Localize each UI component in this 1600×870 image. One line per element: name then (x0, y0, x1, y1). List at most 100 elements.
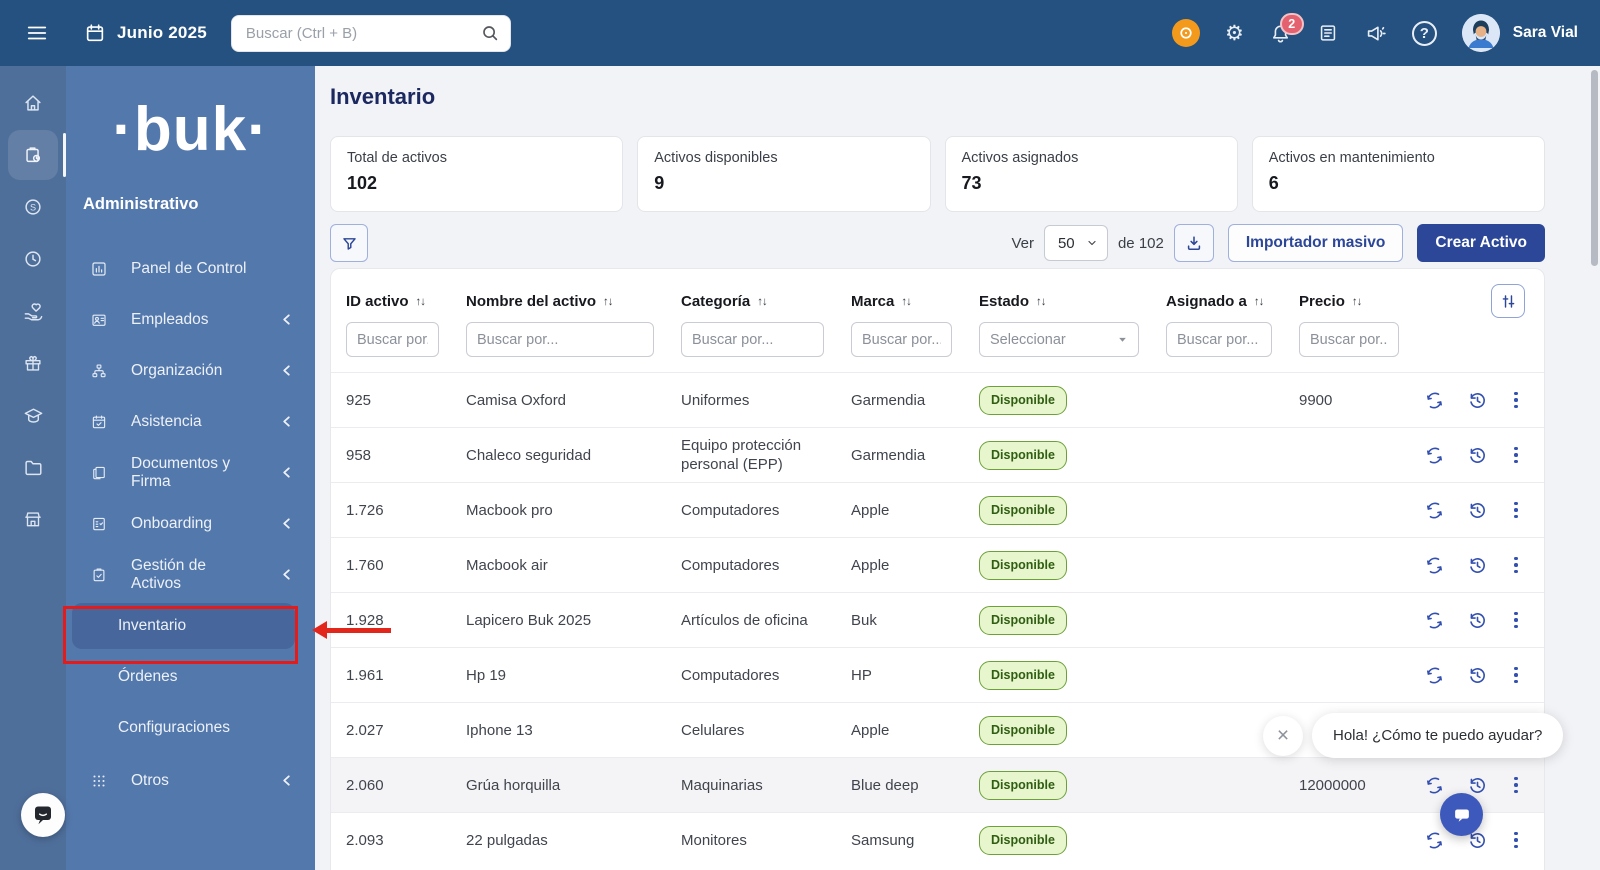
menu-toggle-icon[interactable] (26, 22, 48, 44)
download-button[interactable] (1173, 224, 1214, 262)
scrollbar-thumb[interactable] (1591, 70, 1598, 266)
user-avatar[interactable] (1461, 14, 1500, 52)
sidebar-subitem-ordenes[interactable]: Órdenes (66, 651, 315, 702)
create-asset-button[interactable]: Crear Activo (1417, 224, 1545, 262)
rail-time-icon[interactable] (8, 248, 58, 270)
row-menu-icon[interactable] (1511, 554, 1521, 577)
change-status-icon[interactable] (1425, 611, 1444, 630)
bulk-import-button[interactable]: Importador masivo (1227, 224, 1404, 262)
column-header-estado[interactable]: Estado ↑↓ (964, 293, 1151, 310)
sidebar-item-panel-de-control[interactable]: Panel de Control (66, 243, 315, 294)
rail-home-icon[interactable] (8, 92, 58, 114)
column-header-marca[interactable]: Marca ↑↓ (836, 293, 964, 310)
column-header-categoria[interactable]: Categoría ↑↓ (666, 293, 836, 310)
settings-gear-icon[interactable]: ⚙ (1225, 23, 1244, 44)
filter-id-input[interactable] (346, 322, 439, 357)
period-selector[interactable]: Junio 2025 (84, 22, 207, 44)
history-icon[interactable] (1468, 611, 1487, 630)
cell-asignado (1151, 483, 1284, 537)
rail-asset-management-icon[interactable] (8, 130, 66, 180)
change-status-icon[interactable] (1425, 776, 1444, 795)
cell-categoria: Computadores (681, 666, 780, 684)
column-header-nombre[interactable]: Nombre del activo ↑↓ (451, 293, 666, 310)
assistant-icon[interactable] (1171, 19, 1200, 47)
change-status-icon[interactable] (1425, 446, 1444, 465)
chat-launcher-button[interactable] (1440, 793, 1483, 836)
sidebar-item-otros[interactable]: Otros (66, 755, 315, 806)
sidebar-item-asistencia[interactable]: Asistencia (66, 396, 315, 447)
rail-benefits-icon[interactable] (8, 300, 58, 322)
sidebar-item-organizacion[interactable]: Organización (66, 345, 315, 396)
sidebar-subitem-inventario[interactable]: Inventario (72, 603, 295, 650)
status-badge: Disponible (979, 440, 1067, 470)
rail-payroll-icon[interactable]: S (8, 196, 58, 218)
filter-categoria-input[interactable] (681, 322, 824, 357)
filter-asignado-input[interactable] (1166, 322, 1272, 357)
table-row[interactable]: 958 Chaleco seguridad Equipo protección … (331, 427, 1544, 482)
history-icon[interactable] (1468, 446, 1487, 465)
table-row[interactable]: 925 Camisa Oxford Uniformes Garmendia Di… (331, 372, 1544, 427)
history-icon[interactable] (1468, 391, 1487, 410)
table-row[interactable]: 1.760 Macbook air Computadores Apple Dis… (331, 537, 1544, 592)
notifications-bell-icon[interactable]: 2 (1269, 12, 1304, 45)
cell-id: 1.760 (346, 556, 384, 574)
sidebar-item-empleados[interactable]: Empleados (66, 294, 315, 345)
table-row[interactable]: 2.093 22 pulgadas Monitores Samsung Disp… (331, 812, 1544, 867)
chat-dismiss-button[interactable]: × (1263, 716, 1303, 756)
cell-id: 958 (346, 446, 372, 464)
filter-marca-input[interactable] (851, 322, 952, 357)
search-input[interactable] (245, 24, 480, 42)
sidebar-item-gestion-de-activos[interactable]: Gestión de Activos (66, 549, 315, 600)
row-menu-icon[interactable] (1511, 609, 1521, 632)
cell-marca: Apple (851, 721, 890, 739)
column-header-precio[interactable]: Precio ↑↓ (1284, 293, 1411, 310)
history-icon[interactable] (1468, 556, 1487, 575)
row-menu-icon[interactable] (1511, 389, 1521, 412)
row-menu-icon[interactable] (1511, 664, 1521, 687)
row-menu-icon[interactable] (1511, 774, 1521, 797)
change-status-icon[interactable] (1425, 666, 1444, 685)
chat-greeting-bubble[interactable]: Hola! ¿Cómo te puedo ayudar? (1312, 713, 1564, 758)
page-size-select[interactable]: 50 (1043, 225, 1108, 261)
filter-estado-select[interactable]: Seleccionar (979, 322, 1139, 357)
filter-precio-input[interactable] (1299, 322, 1399, 357)
profile-name: Administrativo (83, 195, 199, 214)
cell-categoria: Computadores (681, 501, 780, 519)
table-row[interactable]: 1.928 Lapicero Buk 2025 Artículos de ofi… (331, 592, 1544, 647)
page-scrollbar[interactable] (1591, 70, 1599, 866)
filter-nombre-input[interactable] (466, 322, 654, 357)
column-settings-button[interactable] (1491, 284, 1525, 318)
cell-asignado (1151, 813, 1284, 867)
history-icon[interactable] (1468, 776, 1487, 795)
announcements-megaphone-icon[interactable] (1364, 22, 1387, 45)
feedback-widget-button[interactable] (21, 793, 65, 837)
status-badge: Disponible (979, 825, 1067, 855)
row-menu-icon[interactable] (1511, 499, 1521, 522)
column-header-asignado[interactable]: Asignado a ↑↓ (1151, 293, 1284, 310)
history-icon[interactable] (1468, 501, 1487, 520)
chevron-icon (280, 414, 293, 429)
change-status-icon[interactable] (1425, 501, 1444, 520)
column-header-id[interactable]: ID activo ↑↓ (331, 293, 451, 310)
news-icon[interactable] (1317, 22, 1339, 44)
change-status-icon[interactable] (1425, 391, 1444, 410)
cell-asignado (1151, 648, 1284, 702)
history-icon[interactable] (1468, 666, 1487, 685)
rail-marketplace-icon[interactable] (8, 508, 58, 530)
table-row[interactable]: 1.961 Hp 19 Computadores HP Disponible (331, 647, 1544, 702)
change-status-icon[interactable] (1425, 831, 1444, 850)
cell-marca: HP (851, 666, 872, 684)
rail-gifts-icon[interactable] (8, 352, 58, 374)
table-row[interactable]: 1.726 Macbook pro Computadores Apple Dis… (331, 482, 1544, 537)
sidebar-item-documentos-y-firma[interactable]: Documentos y Firma (66, 447, 315, 498)
rail-documents-icon[interactable] (8, 456, 58, 478)
sidebar-subitem-configuraciones[interactable]: Configuraciones (66, 702, 315, 753)
change-status-icon[interactable] (1425, 556, 1444, 575)
row-menu-icon[interactable] (1511, 444, 1521, 467)
table-row[interactable]: 2.060 Grúa horquilla Maquinarias Blue de… (331, 757, 1544, 812)
sidebar-item-onboarding[interactable]: Onboarding (66, 498, 315, 549)
row-menu-icon[interactable] (1511, 829, 1521, 852)
filter-button[interactable] (330, 224, 368, 262)
rail-education-icon[interactable] (8, 404, 58, 426)
help-icon[interactable]: ? (1411, 20, 1437, 46)
